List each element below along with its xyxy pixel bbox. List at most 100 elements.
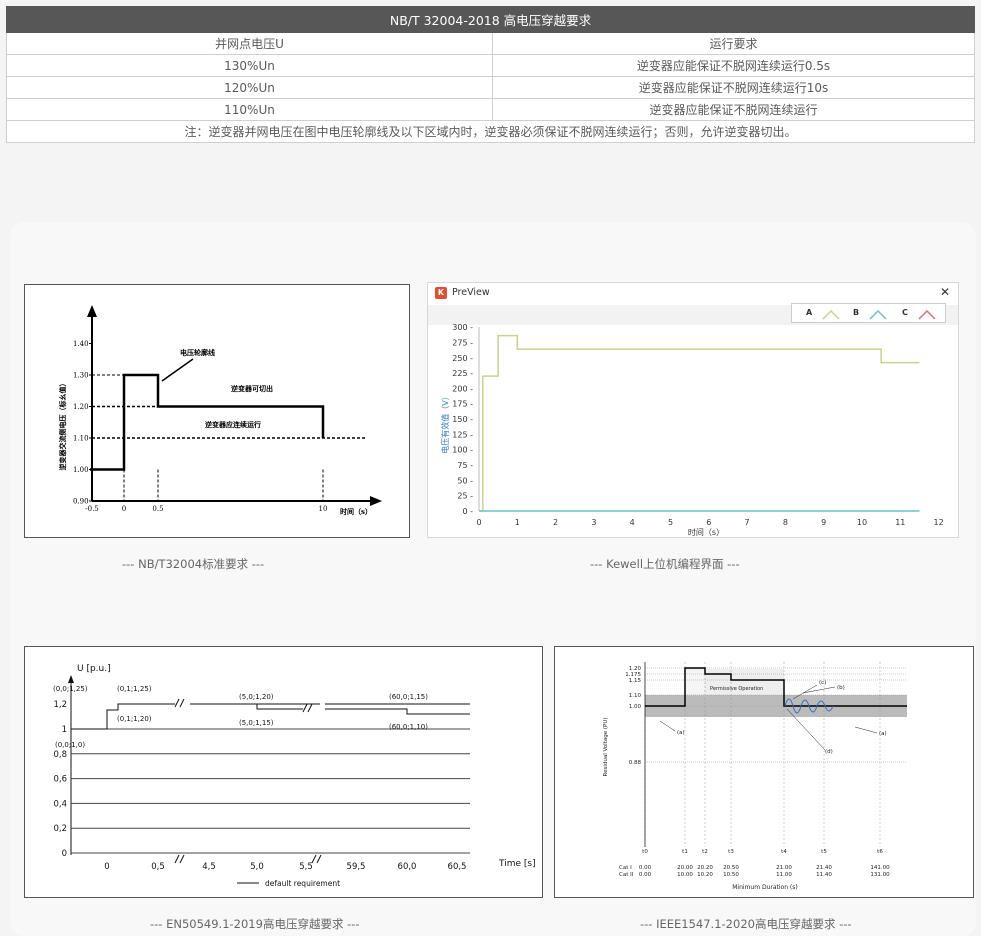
x-tick-label: 0	[476, 518, 481, 527]
x-tick-label: 60,5	[448, 862, 467, 872]
annotation-run: 逆变器应连续运行	[205, 420, 261, 429]
x-tick-label: 6	[706, 518, 711, 527]
hvrt-requirements-table: NB/T 32004-2018 高电压穿越要求 并网点电压U 运行要求 130%…	[6, 6, 975, 143]
y-tick-label: 100 -	[452, 446, 473, 455]
x-axis-label: 时间（s）	[688, 527, 724, 537]
en-chart: U [p.u.] 1,2 1 0,8 0,6 0,4 0,2 0 0 0,5 4,5 5,0 5,5 5…	[53, 664, 536, 888]
break-mark	[174, 854, 185, 864]
dotted-region	[684, 668, 706, 696]
y-tick-label: 1.00	[629, 704, 642, 710]
x-tick-label: 0	[122, 505, 126, 513]
x-tick-label: 7	[745, 518, 750, 527]
y-tick-label: 1.10	[629, 693, 642, 699]
duration-columns: t0 0.000.00 t1 20.0010.00 t2 20.2010.20 t3 20.5…	[639, 849, 890, 878]
table-cell: 120%Un	[6, 76, 493, 99]
x-tick-label: 11	[895, 518, 905, 527]
y-axis-arrow	[87, 305, 97, 317]
point-label: (0,0;1,25)	[53, 685, 88, 693]
y-axis-label: Residual Voltage (PU)	[603, 718, 609, 777]
table-row: 110%Un 逆变器应能保证不脱网连续运行	[6, 98, 975, 121]
x-tick-label: 59,5	[347, 862, 366, 872]
t-label: t2	[702, 849, 708, 855]
y-tick-label: 0,8	[53, 750, 67, 760]
x-tick-label: 0	[104, 862, 109, 872]
y-tick-label: 150 -	[452, 415, 473, 424]
x-tick-label: 5,0	[250, 862, 264, 872]
point-label: (5,0;1,15)	[239, 719, 274, 727]
point-label: (5,0;1,20)	[239, 693, 274, 701]
x-tick-label: 0,5	[151, 862, 165, 872]
cat2-value: 11.40	[816, 872, 832, 878]
cat2-label: Cat II	[619, 872, 634, 878]
y-tick-label: 1.20	[73, 403, 89, 411]
y-tick-label: 50 -	[457, 476, 473, 485]
caption-ieee: --- IEEE1547.1-2020高电压穿越要求 ---	[640, 917, 852, 931]
grid	[71, 728, 470, 854]
y-axis-label: 逆变器交流侧电压（标幺值）	[58, 380, 67, 471]
y-tick-label: 250 -	[452, 354, 473, 363]
x-tick-label: 60,0	[398, 862, 417, 872]
table-header-voltage: 并网点电压U	[6, 32, 493, 55]
t-label: t5	[821, 849, 827, 855]
ieee-chart-panel: 1.20 1.175 1.15 1.10 1.00 0.88 Permissive Ope…	[554, 646, 974, 898]
point-label: (0,1;1,20)	[117, 715, 152, 723]
y-axis-label: 电压有效值（V）	[440, 392, 450, 453]
cat1-value: 20.50	[723, 865, 739, 871]
y-tick-label: 0,4	[53, 799, 67, 809]
x-tick-label: 0.5	[152, 505, 163, 513]
y-axis-arrow	[68, 675, 74, 683]
y-tick-label: 1,2	[53, 700, 67, 710]
table-row: 120%Un 逆变器应能保证不脱网连续运行10s	[6, 76, 975, 99]
caption-nbt: --- NB/T32004标准要求 ---	[122, 557, 265, 571]
y-tick-label: 0	[62, 849, 67, 859]
break-mark	[174, 698, 185, 708]
table-cell: 逆变器应能保证不脱网连续运行	[492, 98, 975, 121]
cat1-value: 21.40	[816, 865, 832, 871]
preview-window[interactable]: K PreView ✕ A B C 0 -25 -50 -75 -100 -12…	[427, 282, 959, 538]
y-tick-label: 1	[62, 725, 67, 735]
note-pointer	[802, 686, 836, 694]
caption-en: --- EN50549.1-2019高电压穿越要求 ---	[150, 917, 360, 931]
y-tick-label: 1.15	[629, 678, 642, 684]
y-tick-label: 200 -	[452, 384, 473, 393]
x-axis-label: Minimum Duration (s)	[732, 884, 798, 891]
table-cell: 110%Un	[6, 98, 493, 121]
break-mark	[302, 703, 313, 713]
table-cell: 130%Un	[6, 54, 493, 77]
x-tick-label: -0.5	[85, 505, 99, 513]
x-tick-label: 10	[857, 518, 867, 527]
cat2-value: 0.00	[639, 872, 652, 878]
x-tick-label: 4	[630, 518, 635, 527]
x-tick-label: 9	[821, 518, 826, 527]
cat1-value: 20.20	[697, 865, 713, 871]
y-tick-label: 1.30	[73, 372, 89, 380]
y-tick-label: 1.00	[73, 466, 89, 474]
x-tick-label: 5,5	[299, 862, 313, 872]
point-label: (0,0;1,0)	[55, 741, 85, 749]
y-tick-label: 1.10	[73, 435, 89, 443]
nbt-chart-panel: 1.40 1.30 1.20 1.10 1.00 0.90 -0.5 0 0.5 10 逆变器交流…	[24, 284, 410, 538]
x-axis-arrow	[370, 496, 382, 506]
y-tick-label: 75 -	[457, 461, 473, 470]
grid	[92, 374, 367, 501]
cat1-value: 141.00	[870, 865, 890, 871]
table-row: 130%Un 逆变器应能保证不脱网连续运行0.5s	[6, 54, 975, 77]
y-tick-label: 125 -	[452, 430, 473, 439]
x-tick-label: 1	[515, 518, 520, 527]
note-pointer	[854, 726, 878, 734]
t-label: t4	[781, 849, 787, 855]
waveform-chart: 0 - 25 - 50 - 75 - 100 - 125 - 150 - 175 - 200 -…	[440, 323, 944, 537]
y-tick-label: 300 -	[452, 323, 473, 332]
y-tick-label: 225 -	[452, 369, 473, 378]
table-header-requirement: 运行要求	[492, 32, 975, 55]
cat2-value: 10.50	[723, 872, 739, 878]
note-label: (d)	[825, 749, 833, 755]
note-label: (c)	[819, 680, 826, 686]
caption-kewell: --- Kewell上位机编程界面 ---	[590, 557, 740, 571]
note-label: (a)	[879, 731, 887, 737]
x-tick-label: 12	[934, 518, 944, 527]
tick-labels: 0 - 25 - 50 - 75 - 100 - 125 - 150 - 175 - 200 -…	[452, 323, 943, 527]
en-chart-panel: U [p.u.] 1,2 1 0,8 0,6 0,4 0,2 0 0 0,5 4,5 5,0 5,5 5…	[24, 646, 543, 898]
table-title: NB/T 32004-2018 高电压穿越要求	[6, 6, 975, 33]
annotation-trip: 逆变器可切出	[231, 384, 273, 393]
